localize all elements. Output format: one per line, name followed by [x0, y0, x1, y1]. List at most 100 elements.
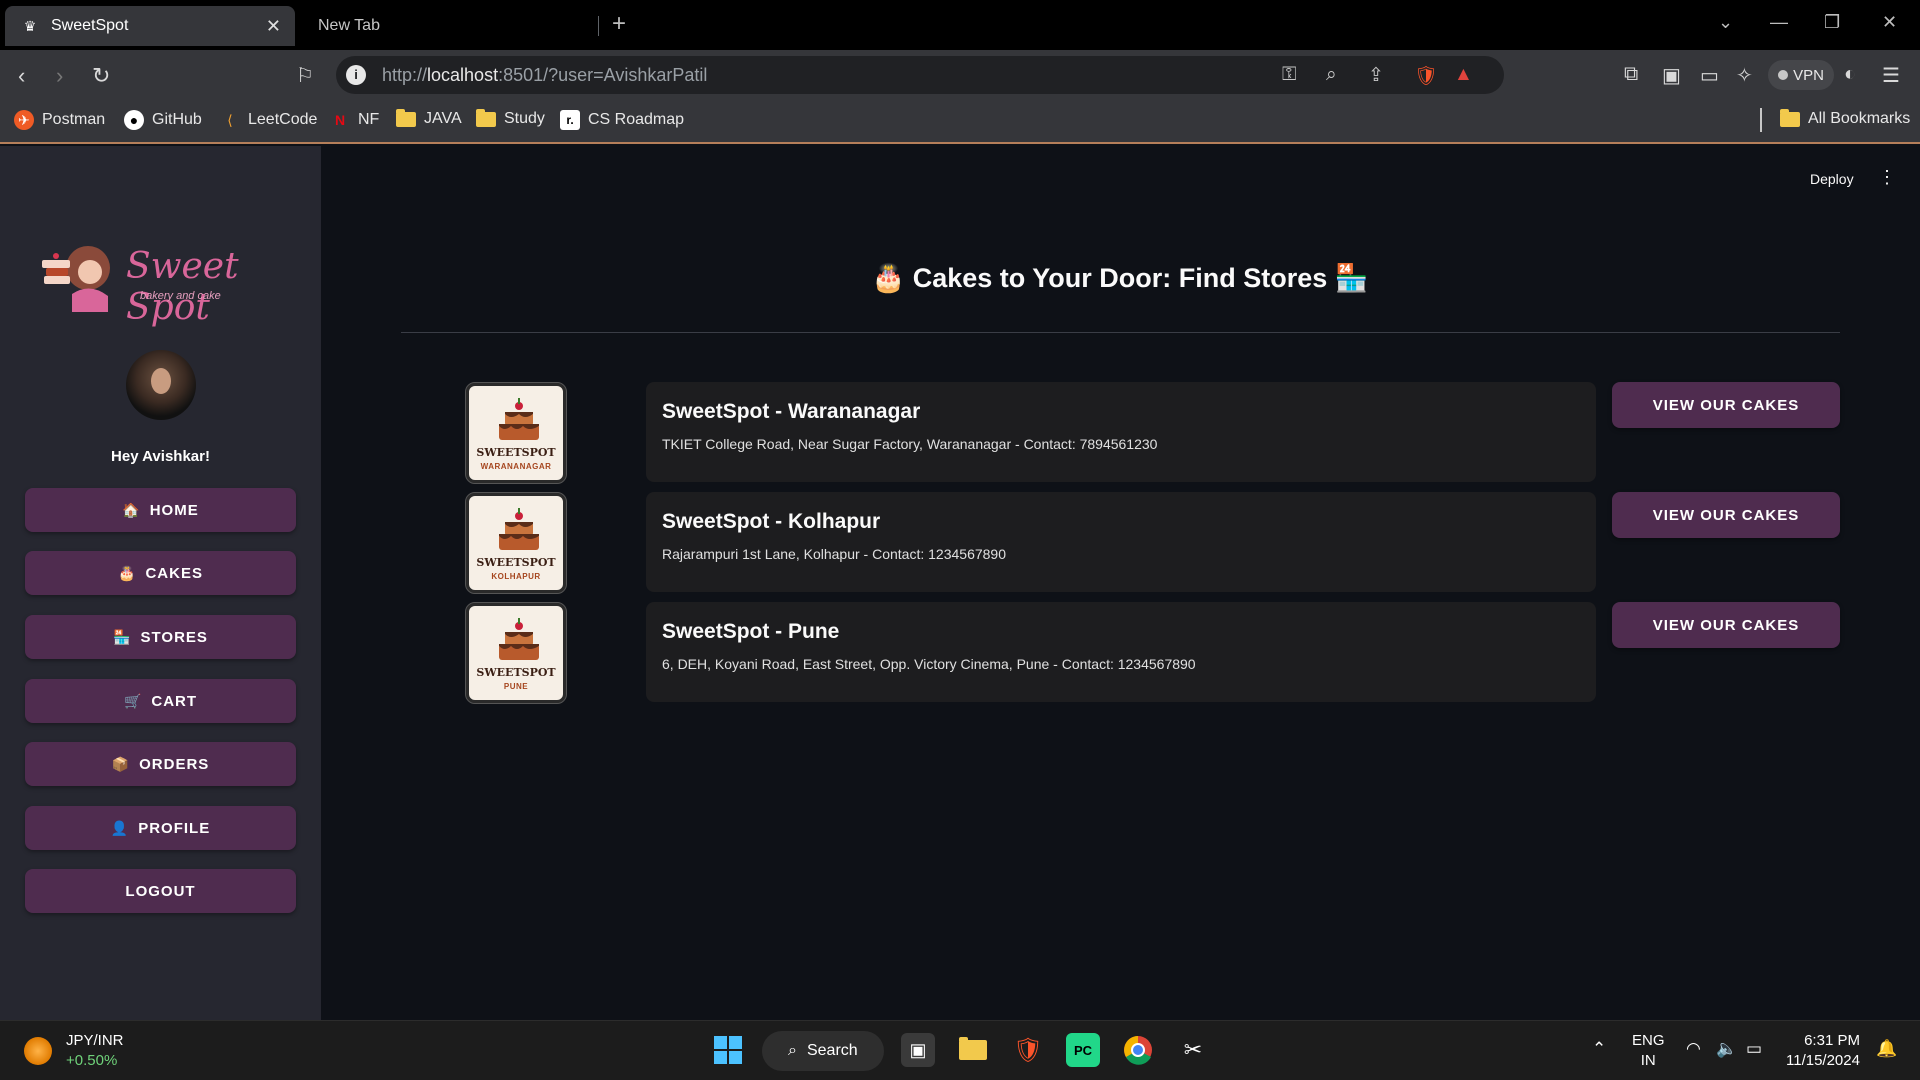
clock-time: 6:31 PM	[1804, 1032, 1860, 1049]
volume-icon[interactable]: 🔈	[1716, 1039, 1737, 1059]
reload-icon[interactable]: ↻	[92, 63, 110, 89]
nav-label: CAKES	[145, 564, 203, 582]
store-logo-warananagar: SWEETSPOT WARANANAGAR	[465, 382, 567, 484]
view-our-cakes-button[interactable]: VIEW OUR CAKES	[1612, 492, 1840, 538]
bookmark-folder-java[interactable]: JAVA	[396, 108, 462, 128]
battery-icon[interactable]: ▭	[1746, 1039, 1762, 1059]
close-window-icon[interactable]: ✕	[1882, 12, 1897, 33]
nav-cakes-button[interactable]: 🎂 CAKES	[25, 551, 296, 595]
store-name: SweetSpot - Pune	[662, 620, 840, 643]
pycharm-icon[interactable]: PC	[1066, 1033, 1100, 1067]
minimize-icon[interactable]: —	[1770, 12, 1788, 33]
clock[interactable]: 6:31 PM 11/15/2024	[1786, 1031, 1860, 1071]
bookmark-label: CS Roadmap	[588, 111, 685, 128]
cake-logo-icon	[499, 618, 539, 660]
search-label: Search	[806, 1042, 858, 1059]
bookmark-leetcode[interactable]: ⟨ LeetCode	[220, 110, 317, 130]
store-logo-city: WARANANAGAR	[480, 462, 552, 471]
store-address: TKIET College Road, Near Sugar Factory, …	[662, 436, 1158, 452]
password-key-icon[interactable]: ⚿	[1282, 64, 1296, 86]
avatar	[126, 350, 196, 420]
taskbar-search[interactable]: ⌕ Search	[762, 1031, 884, 1071]
store-card: SweetSpot - Pune 6, DEH, Koyani Road, Ea…	[646, 602, 1596, 702]
store-logo-city: KOLHAPUR	[491, 572, 541, 581]
search-icon: ⌕	[788, 1042, 797, 1059]
snipping-tool-icon[interactable]: ✂	[1176, 1033, 1210, 1067]
show-hidden-icons-chevron-icon[interactable]: ⌃	[1592, 1039, 1606, 1059]
main-menu-kebab-icon[interactable]: ⋮	[1878, 167, 1896, 188]
folder-icon	[396, 108, 416, 127]
nav-profile-button[interactable]: 👤 PROFILE	[25, 806, 296, 850]
bookmark-icon[interactable]: ⚐	[296, 63, 314, 88]
cake-logo-icon	[499, 398, 539, 440]
sidebar-toggle-icon[interactable]: ▣	[1662, 63, 1681, 88]
restore-icon[interactable]: ❐	[1824, 12, 1840, 33]
leetcode-icon: ⟨	[227, 111, 233, 128]
chrome-icon[interactable]	[1121, 1033, 1155, 1067]
deploy-button[interactable]: Deploy	[1810, 171, 1854, 187]
ticker-change: +0.50%	[66, 1052, 118, 1069]
store-logo-city: PUNE	[503, 682, 529, 691]
share-icon[interactable]: ⇪	[1368, 64, 1384, 87]
roadmap-icon: r.	[560, 110, 580, 130]
taskbar: JPY/INR +0.50% ⌕ Search ▣ 🛡 PC ✂ ⌃ ENG I…	[0, 1020, 1920, 1080]
store-icon: 🏪	[113, 628, 132, 645]
back-icon[interactable]: ‹	[18, 63, 25, 89]
new-tab-plus-icon[interactable]: +	[612, 10, 626, 38]
windows-start-icon[interactable]	[711, 1033, 745, 1067]
folder-icon	[476, 108, 496, 127]
tab-sweetspot[interactable]: ♛ SweetSpot ✕	[5, 6, 295, 46]
stock-widget[interactable]: JPY/INR +0.50%	[24, 1031, 124, 1071]
wifi-icon[interactable]: ◠	[1686, 1039, 1701, 1059]
all-bookmarks-folder[interactable]: All Bookmarks	[1780, 108, 1910, 128]
bookmark-nf[interactable]: N NF	[330, 110, 379, 130]
sidebar: Sweet Spot bakery and cake Hey Avishkar!…	[0, 146, 321, 1020]
profile-icon[interactable]: ◐	[1844, 63, 1856, 86]
logout-button[interactable]: LOGOUT	[25, 869, 296, 913]
nav-label: PROFILE	[138, 819, 211, 837]
region-code: IN	[1640, 1052, 1656, 1069]
notification-bell-icon[interactable]: 🔔	[1876, 1039, 1897, 1059]
bookmarks-bar: ✈ Postman ● GitHub ⟨ LeetCode N NF JAVA …	[0, 100, 1920, 144]
bookmark-github[interactable]: ● GitHub	[124, 110, 202, 130]
tab-search-chevron-icon[interactable]: ⌄	[1718, 12, 1733, 33]
bookmark-postman[interactable]: ✈ Postman	[14, 110, 105, 130]
view-our-cakes-button[interactable]: VIEW OUR CAKES	[1612, 602, 1840, 648]
brave-shields-icon[interactable]: 🛡	[1414, 64, 1438, 88]
url-text[interactable]: http://localhost:8501/?user=AvishkarPati…	[382, 65, 707, 86]
brave-browser-icon[interactable]: 🛡	[1011, 1033, 1045, 1067]
currency-coins-icon	[24, 1037, 52, 1065]
bookmark-label: GitHub	[152, 111, 202, 128]
language-indicator[interactable]: ENG IN	[1632, 1031, 1665, 1071]
site-info-icon[interactable]: i	[346, 65, 366, 85]
bookmark-cs-roadmap[interactable]: r. CS Roadmap	[560, 110, 684, 130]
nav-label: HOME	[149, 501, 199, 519]
tab-divider	[598, 16, 599, 36]
browser-toolbar: ‹ › ↻ ⚐ i http://localhost:8501/?user=Av…	[0, 50, 1920, 100]
close-tab-icon[interactable]: ✕	[266, 16, 281, 37]
title-divider	[401, 332, 1840, 333]
extensions-icon[interactable]: ⧉	[1624, 63, 1638, 86]
clock-date: 11/15/2024	[1786, 1052, 1860, 1069]
sweetspot-logo: Sweet Spot bakery and cake	[38, 238, 288, 328]
tab-new-tab[interactable]: New Tab	[300, 6, 600, 46]
view-our-cakes-button[interactable]: VIEW OUR CAKES	[1612, 382, 1840, 428]
nav-orders-button[interactable]: 📦 ORDERS	[25, 742, 296, 786]
nav-home-button[interactable]: 🏠 HOME	[25, 488, 296, 532]
vpn-button[interactable]: VPN	[1768, 60, 1834, 90]
store-logo-kolhapur: SWEETSPOT KOLHAPUR	[465, 492, 567, 594]
address-bar[interactable]: i http://localhost:8501/?user=AvishkarPa…	[336, 56, 1504, 94]
task-view-icon[interactable]: ▣	[901, 1033, 935, 1067]
zoom-icon[interactable]: ⌕	[1326, 64, 1337, 86]
sweetspot-favicon-icon: ♛	[23, 17, 37, 34]
leo-ai-icon[interactable]: ✧	[1736, 63, 1753, 88]
nav-stores-button[interactable]: 🏪 STORES	[25, 615, 296, 659]
menu-hamburger-icon[interactable]: ☰	[1882, 63, 1900, 88]
wallet-icon[interactable]: ▭	[1700, 63, 1719, 88]
brave-rewards-icon[interactable]: ▲	[1454, 64, 1473, 86]
forward-icon[interactable]: ›	[56, 63, 63, 89]
nav-cart-button[interactable]: 🛒 CART	[25, 679, 296, 723]
bookmark-folder-study[interactable]: Study	[476, 108, 545, 128]
file-explorer-icon[interactable]	[956, 1033, 990, 1067]
github-icon: ●	[124, 110, 144, 130]
